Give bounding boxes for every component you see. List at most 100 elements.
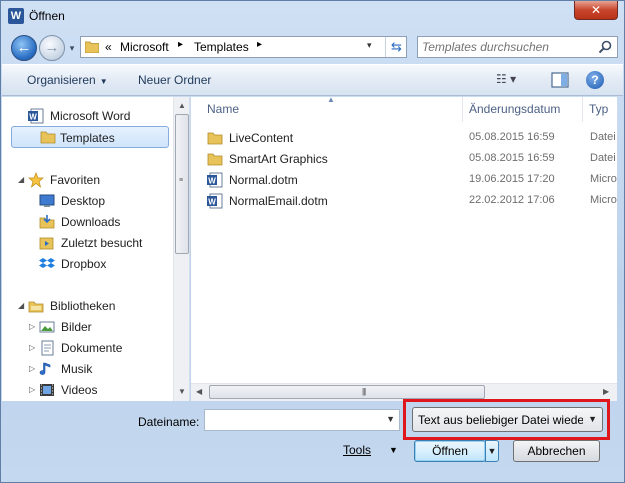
- back-button[interactable]: ←: [11, 35, 37, 61]
- expand-arrow-icon[interactable]: ▷: [29, 323, 37, 331]
- desktop-icon: [39, 194, 55, 207]
- documents-icon: [41, 340, 54, 356]
- file-row[interactable]: SmartArt Graphics 05.08.2015 16:59 Datei: [207, 149, 617, 169]
- preview-pane-icon[interactable]: [551, 72, 569, 88]
- collapse-arrow-icon[interactable]: ◢: [18, 302, 26, 310]
- breadcrumb-microsoft[interactable]: Microsoft: [120, 40, 169, 54]
- file-date: 19.06.2015 17:20: [469, 173, 555, 185]
- nav-item-label: Dropbox: [61, 257, 107, 271]
- breadcrumb-templates[interactable]: Templates: [194, 40, 249, 54]
- nav-item-libraries[interactable]: Bibliotheken: [28, 296, 168, 316]
- scrollbar-thumb[interactable]: ≡: [175, 114, 189, 254]
- file-name: LiveContent: [229, 131, 294, 145]
- file-date: 05.08.2015 16:59: [469, 152, 555, 164]
- nav-item-documents[interactable]: Dokumente: [39, 338, 169, 358]
- file-date: 05.08.2015 16:59: [469, 131, 555, 143]
- scrollbar-thumb[interactable]: |||: [209, 385, 485, 399]
- nav-item-label: Bilder: [61, 320, 92, 334]
- title-bar: W Öffnen ✕: [1, 1, 624, 31]
- nav-item-dropbox[interactable]: Dropbox: [39, 254, 169, 274]
- refresh-icon[interactable]: ⇆: [385, 37, 407, 57]
- svg-text:W: W: [208, 177, 216, 186]
- column-header-type[interactable]: Typ: [583, 97, 617, 122]
- nav-item-label: Dokumente: [61, 341, 123, 355]
- organize-label: Organisieren: [27, 73, 96, 87]
- nav-item-label: Musik: [61, 362, 93, 376]
- file-type: Datei: [590, 131, 616, 143]
- music-icon: [39, 362, 51, 375]
- file-row[interactable]: W NormalEmail.dotm 22.02.2012 17:06 Micr…: [207, 191, 617, 211]
- chevron-down-icon[interactable]: ▼: [386, 414, 395, 424]
- forward-button[interactable]: →: [39, 35, 65, 61]
- nav-item-microsoft-word[interactable]: W Microsoft Word: [28, 106, 168, 126]
- nav-item-label: Desktop: [61, 194, 106, 208]
- recent-locations-dropdown[interactable]: ▾: [67, 43, 77, 53]
- chevron-down-icon: ▼: [99, 77, 108, 86]
- collapse-arrow-icon[interactable]: ◢: [18, 176, 26, 184]
- folder-icon: [40, 131, 56, 144]
- filename-combobox[interactable]: ▼: [204, 409, 400, 431]
- breadcrumb-separator[interactable]: ▸: [178, 39, 183, 50]
- scroll-up-arrow-icon[interactable]: ▲: [178, 101, 186, 110]
- help-icon[interactable]: ?: [586, 71, 604, 89]
- nav-pane-scrollbar[interactable]: ▲ ≡ ▼: [173, 97, 189, 401]
- svg-text:W: W: [208, 198, 216, 207]
- new-folder-button[interactable]: Neuer Ordner: [138, 73, 211, 87]
- expand-arrow-icon[interactable]: ▷: [29, 386, 37, 394]
- nav-item-label: Zuletzt besucht: [61, 236, 143, 250]
- file-row[interactable]: LiveContent 05.08.2015 16:59 Datei: [207, 128, 617, 148]
- file-name: SmartArt Graphics: [229, 152, 328, 166]
- nav-item-desktop[interactable]: Desktop: [39, 191, 169, 211]
- filename-input[interactable]: [208, 412, 378, 428]
- filetype-select[interactable]: Text aus beliebiger Datei wieder ▼: [412, 407, 603, 432]
- organize-button[interactable]: Organisieren ▼: [27, 73, 108, 87]
- tools-button[interactable]: Tools ▼: [343, 443, 401, 461]
- column-header-date[interactable]: Änderungsdatum: [463, 97, 583, 122]
- scroll-left-arrow-icon[interactable]: ◀: [196, 387, 202, 396]
- folder-icon: [207, 132, 223, 145]
- nav-item-music[interactable]: Musik: [39, 359, 169, 379]
- star-icon: [28, 172, 44, 188]
- word-template-icon: W: [207, 193, 223, 209]
- nav-item-videos[interactable]: Videos: [39, 380, 169, 400]
- search-box[interactable]: [417, 36, 618, 58]
- nav-item-pictures[interactable]: Bilder: [39, 317, 169, 337]
- expand-arrow-icon[interactable]: ▷: [29, 344, 37, 352]
- scroll-down-arrow-icon[interactable]: ▼: [178, 387, 186, 396]
- downloads-icon: [39, 215, 55, 229]
- svg-text:W: W: [29, 113, 37, 122]
- nav-item-templates[interactable]: Templates: [11, 126, 169, 148]
- change-view-button[interactable]: ☷ ▾: [496, 72, 536, 90]
- column-header-name[interactable]: Name: [201, 97, 463, 122]
- nav-item-label: Bibliotheken: [50, 299, 116, 313]
- expand-arrow-icon[interactable]: ▷: [29, 365, 37, 373]
- nav-item-recent-places[interactable]: Zuletzt besucht: [39, 233, 169, 253]
- tools-label: Tools: [343, 443, 372, 457]
- word-doc-icon: W: [28, 108, 44, 124]
- recent-places-icon: [39, 237, 54, 250]
- close-button[interactable]: ✕: [574, 1, 618, 20]
- chevron-down-icon: ▼: [588, 414, 597, 424]
- nav-item-favorites[interactable]: Favoriten: [28, 170, 168, 190]
- command-bar: Organisieren ▼ Neuer Ordner ☷ ▾ ?: [2, 64, 623, 96]
- nav-item-downloads[interactable]: Downloads: [39, 212, 169, 232]
- word-template-icon: W: [207, 172, 223, 188]
- navigation-pane: W Microsoft Word Templates ◢ Favoriten D…: [2, 97, 190, 401]
- window-title: Öffnen: [29, 9, 65, 23]
- cancel-button[interactable]: Abbrechen: [513, 440, 600, 462]
- open-button[interactable]: Öffnen: [414, 440, 486, 462]
- file-list: ▲ Name Änderungsdatum Typ LiveContent 05…: [191, 97, 617, 401]
- file-type: Datei: [590, 152, 616, 164]
- search-icon[interactable]: [597, 39, 613, 55]
- search-input[interactable]: [422, 39, 592, 55]
- address-bar[interactable]: « Microsoft ▸ Templates ▸ ▾ ⇆: [80, 36, 407, 58]
- address-dropdown[interactable]: ▾: [367, 40, 372, 51]
- address-overflow[interactable]: «: [105, 40, 112, 54]
- scroll-right-arrow-icon[interactable]: ▶: [603, 387, 609, 396]
- nav-item-label: Microsoft Word: [50, 109, 131, 123]
- filename-label: Dateiname:: [138, 415, 200, 429]
- pictures-icon: [39, 321, 55, 333]
- open-options-dropdown[interactable]: ▼: [485, 440, 499, 462]
- breadcrumb-separator[interactable]: ▸: [257, 39, 262, 50]
- file-row[interactable]: W Normal.dotm 19.06.2015 17:20 Micro: [207, 170, 617, 190]
